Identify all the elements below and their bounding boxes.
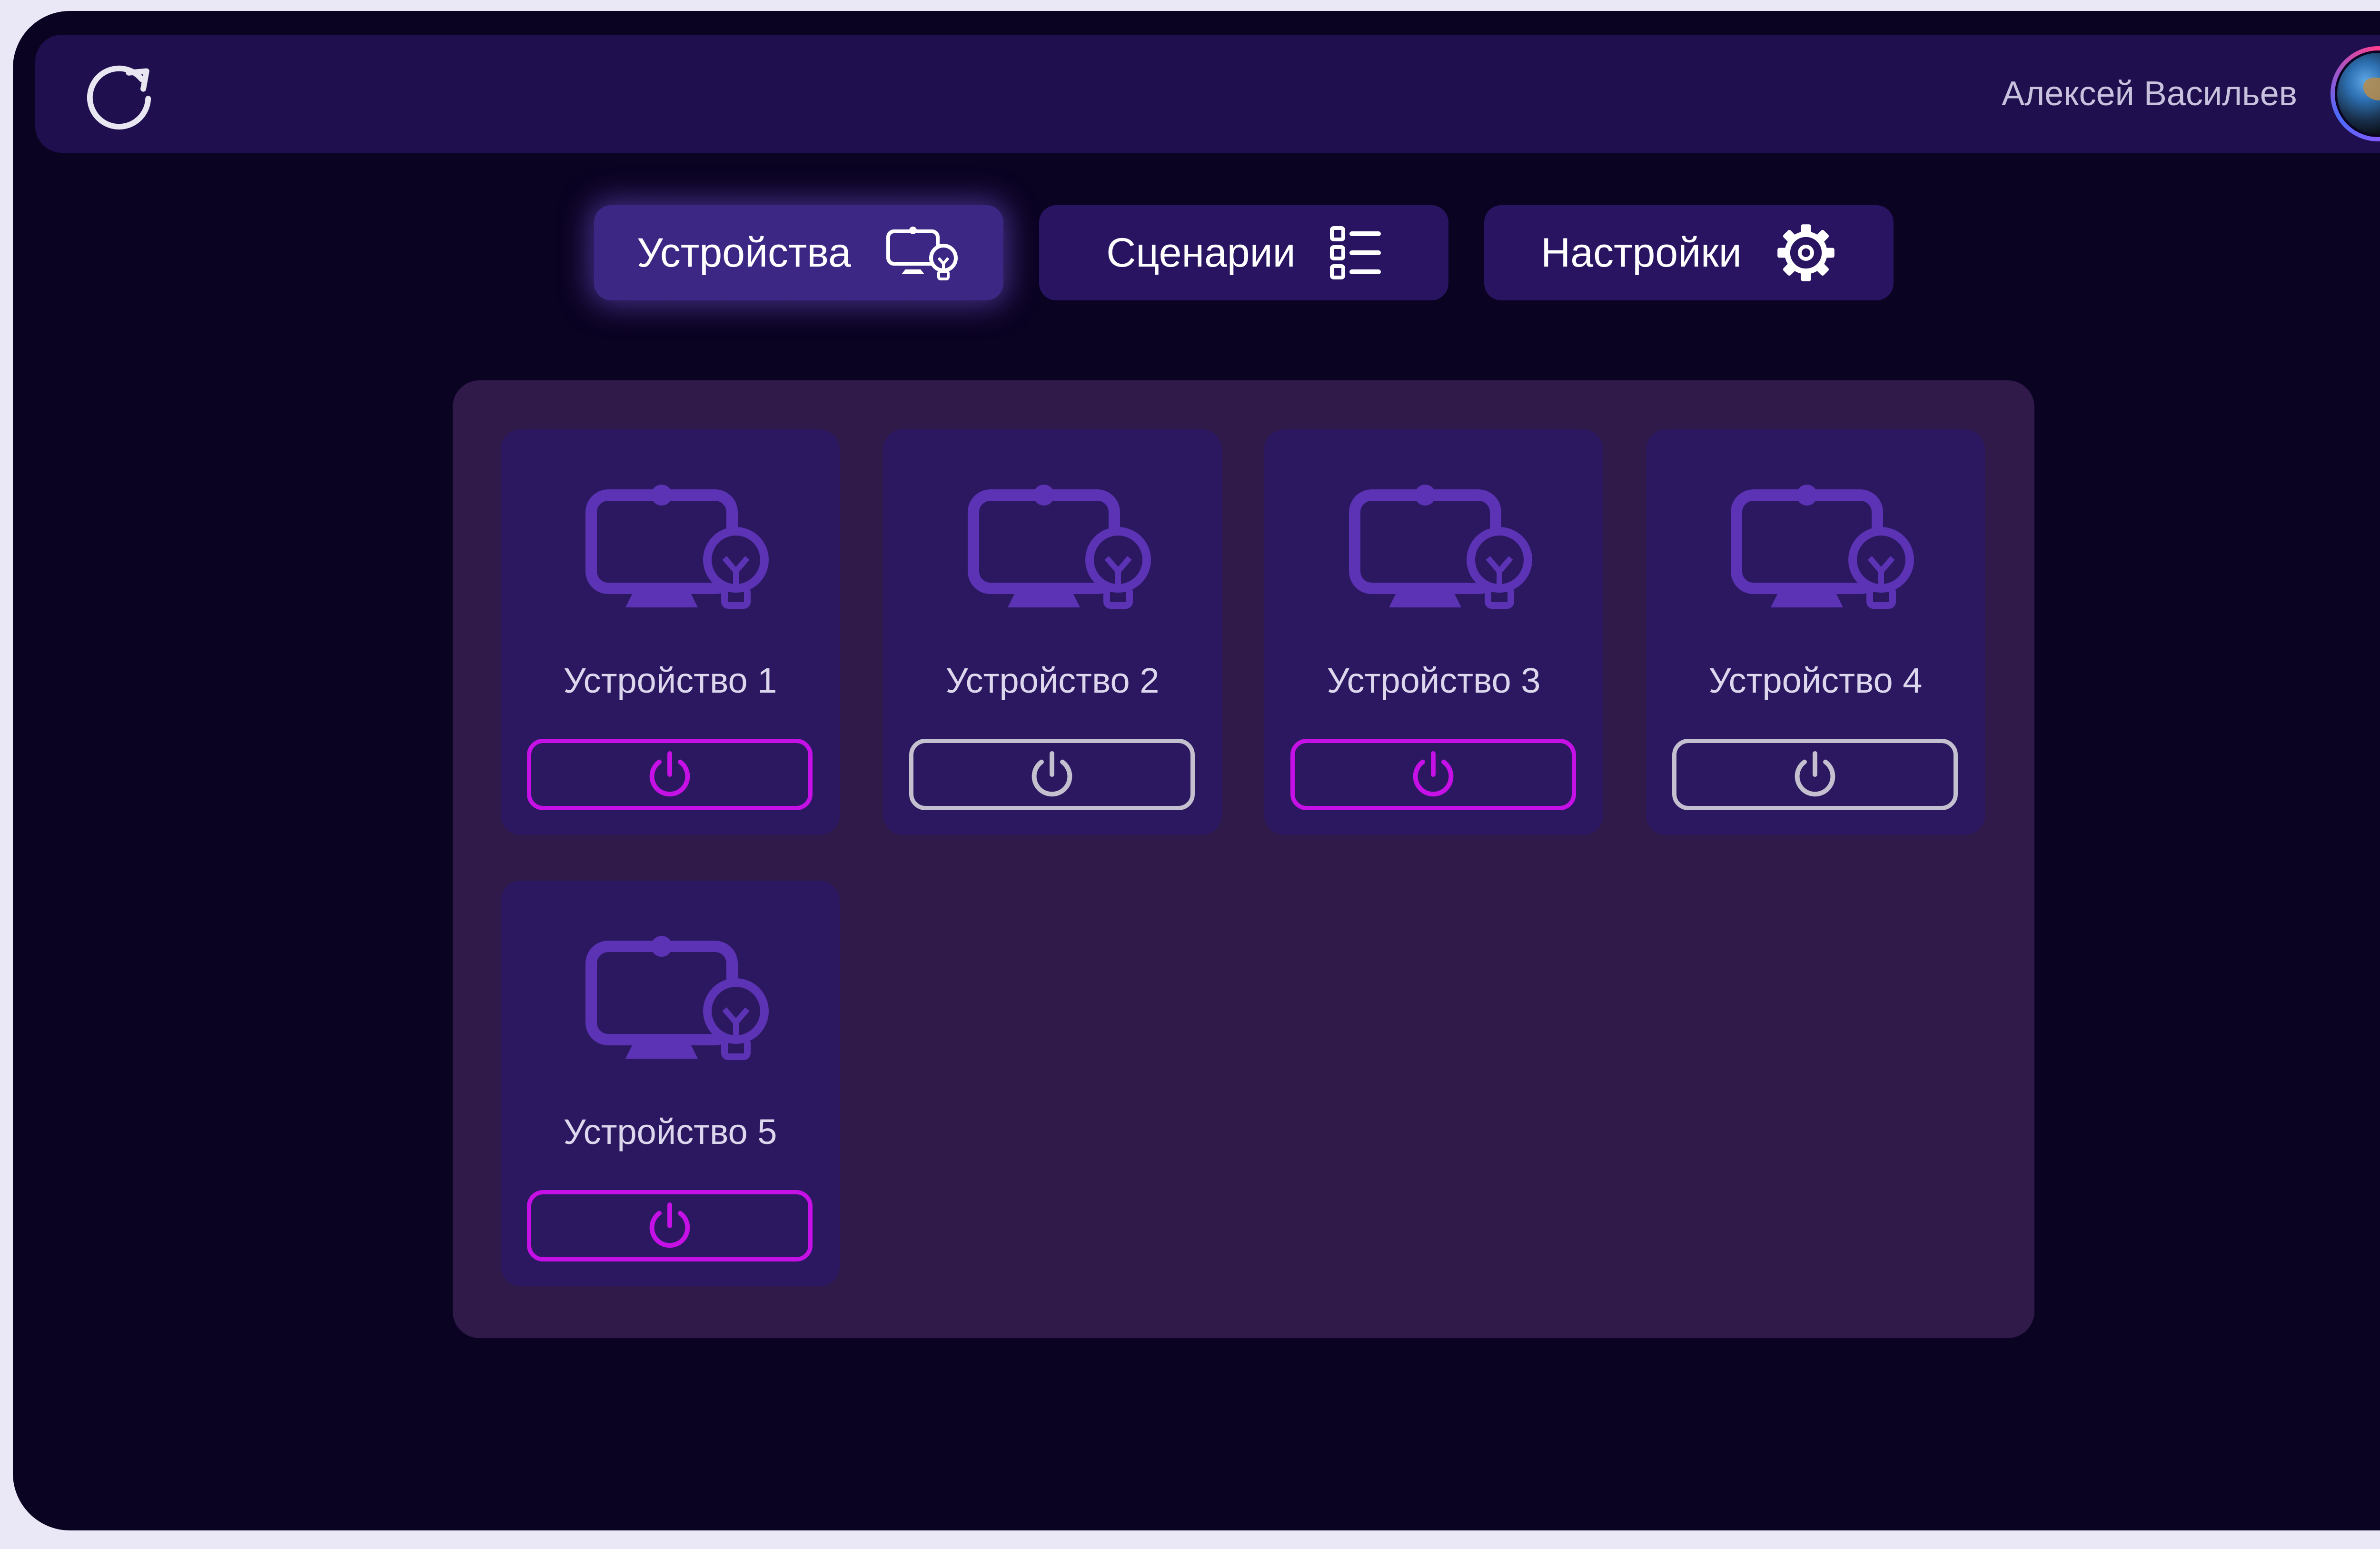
device-bulb-icon — [1349, 482, 1533, 615]
power-button[interactable] — [1672, 739, 1958, 810]
app-window: Алексей Васильев Устройства Сценарии Нас… — [13, 11, 2380, 1530]
earth-avatar-icon — [2335, 50, 2380, 137]
power-button[interactable] — [527, 739, 813, 810]
device-card: Устройство 1 — [501, 429, 840, 835]
power-button[interactable] — [909, 739, 1195, 810]
tab-scenarios[interactable]: Сценарии — [1039, 205, 1448, 300]
user-name: Алексей Васильев — [2002, 75, 2297, 113]
device-card: Устройство 2 — [883, 429, 1222, 835]
device-name: Устройство 3 — [1327, 661, 1541, 700]
refresh-icon[interactable] — [76, 51, 162, 137]
top-bar: Алексей Васильев — [35, 35, 2380, 153]
user-avatar[interactable] — [2330, 46, 2380, 141]
power-icon — [1026, 748, 1078, 801]
tab-settings[interactable]: Настройки — [1484, 205, 1894, 300]
power-button[interactable] — [527, 1190, 813, 1261]
checklist-icon — [1329, 224, 1381, 281]
devices-panel: Устройство 1 Устройство 2 Устройство 3 У… — [453, 380, 2034, 1338]
power-icon — [644, 1200, 696, 1252]
tab-settings-label: Настройки — [1541, 229, 1742, 276]
device-card: Устройство 5 — [501, 881, 840, 1286]
device-bulb-icon — [585, 482, 769, 615]
tab-devices[interactable]: Устройства — [594, 205, 1003, 300]
device-name: Устройство 5 — [563, 1112, 777, 1152]
tab-scenarios-label: Сценарии — [1106, 229, 1296, 276]
device-bulb-icon — [1731, 482, 1914, 615]
gear-icon — [1775, 222, 1837, 284]
power-icon — [1789, 748, 1841, 801]
device-bulb-icon — [884, 222, 961, 284]
power-button[interactable] — [1290, 739, 1576, 810]
device-name: Устройство 1 — [563, 661, 777, 700]
device-card: Устройство 4 — [1646, 429, 1985, 835]
device-name: Устройство 2 — [945, 661, 1160, 700]
device-name: Устройство 4 — [1708, 661, 1923, 700]
power-icon — [644, 748, 696, 801]
device-bulb-icon — [968, 482, 1151, 615]
device-bulb-icon — [585, 933, 769, 1066]
device-card: Устройство 3 — [1264, 429, 1603, 835]
tab-devices-label: Устройства — [637, 229, 851, 276]
power-icon — [1407, 748, 1459, 801]
